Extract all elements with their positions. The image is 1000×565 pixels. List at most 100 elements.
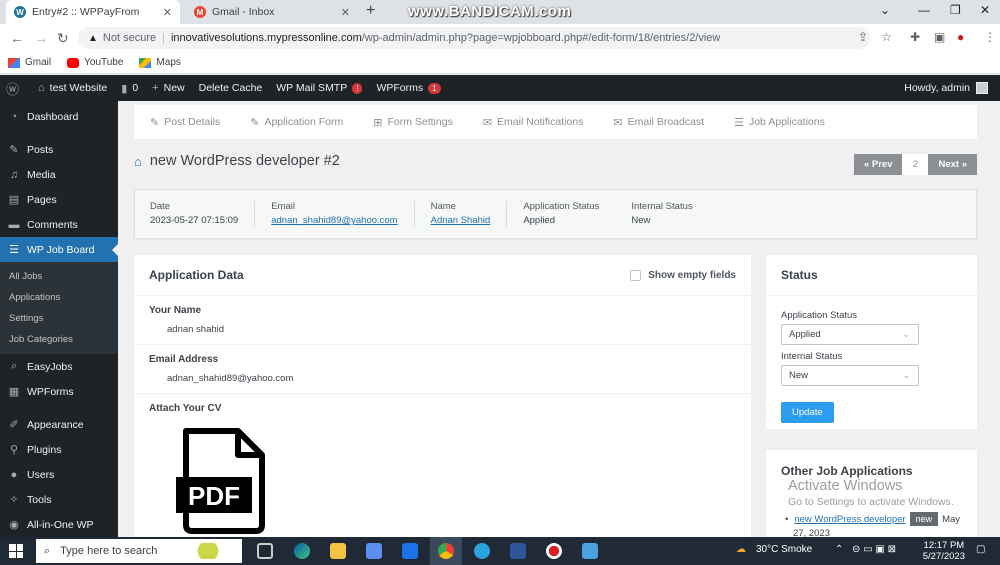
- recorder-watermark: www.BANDICAM.com: [408, 3, 572, 20]
- wp-logo[interactable]: ⓦ: [6, 79, 24, 98]
- admin-sidebar: ◔ Dashboard ✎ Posts ♫ Media ▤ Pages ▬ Comment…: [0, 101, 119, 537]
- reload-icon[interactable]: ↻: [57, 30, 69, 47]
- update-button[interactable]: Update: [781, 402, 834, 423]
- file-explorer-icon[interactable]: [330, 543, 346, 559]
- media-icon: ♫: [9, 168, 19, 181]
- restore-button[interactable]: ❐: [950, 3, 961, 17]
- windows-start-icon[interactable]: [9, 544, 23, 558]
- main-content: ✎ Post Details ✎ Application Form ⊞ Form Se…: [118, 101, 1000, 555]
- minimize-button[interactable]: —: [918, 3, 930, 17]
- tray-icons[interactable]: ⊝ ▭ ▣ ⊠: [852, 544, 896, 555]
- profile-avatar[interactable]: ●: [957, 30, 964, 44]
- bookmark-maps[interactable]: Maps: [139, 57, 181, 68]
- extensions-icon[interactable]: ✚: [910, 30, 920, 44]
- menu-icon[interactable]: ⋮: [984, 30, 996, 44]
- share-icon[interactable]: ⇪: [858, 30, 868, 44]
- sidebar-item-appearance[interactable]: ✐ Appearance: [0, 412, 118, 437]
- bookmark-gmail[interactable]: Gmail: [8, 57, 51, 68]
- name-link[interactable]: Adnan Shahid: [431, 215, 491, 226]
- address-bar-row: ← → ↻ ▲ Not secure | innovativesolutions…: [0, 24, 1000, 52]
- email-link[interactable]: adnan_shahid89@yahoo.com: [271, 215, 397, 226]
- sidebar-item-users[interactable]: ● Users: [0, 462, 118, 487]
- submenu-settings[interactable]: Settings: [0, 308, 118, 329]
- tab-email-notifications[interactable]: ✉ Email Notifications: [483, 116, 584, 129]
- word-icon[interactable]: [510, 543, 526, 559]
- send-icon: ✉: [613, 116, 623, 129]
- tab-entry[interactable]: W Entry#2 :: WPPayFrom ✕: [6, 0, 180, 24]
- tab-application-form[interactable]: ✎ Application Form: [250, 116, 343, 129]
- account-menu[interactable]: Howdy, admin: [904, 82, 988, 94]
- wp-mail-smtp-link[interactable]: WP Mail SMTP!: [276, 82, 363, 94]
- notification-icon[interactable]: ▢: [976, 544, 985, 555]
- close-icon[interactable]: ✕: [163, 6, 172, 19]
- home-icon[interactable]: ⌂: [134, 154, 142, 169]
- tab-post-details[interactable]: ✎ Post Details: [150, 116, 220, 129]
- tab-email-broadcast[interactable]: ✉ Email Broadcast: [613, 116, 704, 129]
- sidebar-item-all-in-one-wp[interactable]: ◉ All-in-One WP: [0, 512, 118, 537]
- task-view-icon[interactable]: [257, 543, 273, 559]
- tab-form-settings[interactable]: ⊞ Form Settings: [373, 116, 453, 129]
- site-name-link[interactable]: ⌂ test Website: [38, 82, 107, 94]
- new-tab-button[interactable]: +: [366, 2, 375, 20]
- pdf-file-icon[interactable]: PDF: [176, 425, 268, 537]
- internal-status-select[interactable]: New ⌄: [781, 365, 919, 386]
- next-button[interactable]: Next »: [928, 154, 977, 175]
- tab-gmail[interactable]: M Gmail - Inbox ✕: [186, 0, 358, 24]
- delete-cache-link[interactable]: Delete Cache: [199, 82, 263, 94]
- new-content-link[interactable]: + New: [152, 82, 184, 94]
- status-panel: Status Application Status Applied ⌄ Inte…: [766, 255, 977, 429]
- forms-icon: ▦: [8, 386, 20, 398]
- show-empty-fields-checkbox[interactable]: Show empty fields: [630, 269, 736, 281]
- snipping-tool-icon[interactable]: [582, 543, 598, 559]
- svg-text:PDF: PDF: [188, 481, 240, 511]
- submenu-job-categories[interactable]: Job Categories: [0, 329, 118, 350]
- job-link[interactable]: new WordPress developer: [794, 514, 905, 525]
- application-status-select[interactable]: Applied ⌄: [781, 324, 919, 345]
- prev-button[interactable]: « Prev: [853, 154, 903, 175]
- home-icon: ⌂: [38, 82, 45, 94]
- close-window-button[interactable]: ✕: [980, 3, 990, 17]
- edge-icon[interactable]: [294, 543, 310, 559]
- pin-icon: ✎: [9, 144, 19, 156]
- sidebar-item-easyjobs[interactable]: ⌕ EasyJobs: [0, 354, 118, 379]
- sidebar-item-plugins[interactable]: ⚲ Plugins: [0, 437, 118, 462]
- chevron-down-icon: ⌄: [902, 370, 910, 380]
- submenu-applications[interactable]: Applications: [0, 287, 118, 308]
- chevron-down-icon[interactable]: ⌄: [880, 3, 890, 17]
- comment-icon: ▮: [121, 82, 128, 95]
- url-input[interactable]: ▲ Not secure | innovativesolutions.mypre…: [78, 27, 870, 49]
- sidepanel-icon[interactable]: ▣: [934, 30, 945, 44]
- mail-icon[interactable]: [402, 543, 418, 559]
- forward-icon[interactable]: →: [34, 30, 48, 46]
- sidebar-item-wp-job-board[interactable]: ☰ WP Job Board: [0, 237, 119, 262]
- sidebar-item-dashboard[interactable]: ◔ Dashboard: [0, 104, 118, 129]
- user-icon: ●: [10, 468, 18, 481]
- bookmarks-bar: Gmail YouTube Maps: [0, 52, 1000, 74]
- wpforms-link[interactable]: WPForms 1: [376, 82, 441, 94]
- weather-text[interactable]: 30°C Smoke: [756, 544, 812, 555]
- checkbox[interactable]: [630, 269, 642, 281]
- store-icon[interactable]: [366, 543, 382, 559]
- sidebar-item-pages[interactable]: ▤ Pages: [0, 187, 118, 212]
- bandicam-icon[interactable]: [546, 543, 562, 559]
- system-clock[interactable]: 12:17 PM 5/27/2023: [923, 540, 965, 562]
- tab-job-applications[interactable]: ☰ Job Applications: [734, 116, 825, 129]
- panel-title: Application Data: [149, 268, 244, 282]
- submenu-all-jobs[interactable]: All Jobs: [0, 266, 118, 287]
- comments-link[interactable]: ▮ 0: [121, 82, 138, 95]
- telegram-icon[interactable]: [474, 543, 490, 559]
- sidebar-item-comments[interactable]: ▬ Comments: [0, 212, 118, 237]
- meta-internal-status: Internal Status New: [631, 201, 693, 226]
- back-icon[interactable]: ←: [10, 30, 24, 46]
- sidebar-item-tools[interactable]: ✧ Tools: [0, 487, 118, 512]
- chevron-up-icon[interactable]: ⌃: [835, 544, 843, 555]
- bookmark-youtube[interactable]: YouTube: [67, 57, 123, 68]
- pencil-icon: ✎: [150, 116, 160, 129]
- star-icon[interactable]: ☆: [881, 30, 892, 44]
- sidebar-item-wpforms[interactable]: ▦ WPForms: [0, 379, 118, 404]
- sidebar-item-media[interactable]: ♫ Media: [0, 162, 118, 187]
- close-icon[interactable]: ✕: [341, 6, 350, 19]
- sidebar-item-posts[interactable]: ✎ Posts: [0, 137, 118, 162]
- wordpress-icon: ⓦ: [6, 81, 20, 97]
- chrome-icon[interactable]: [438, 543, 454, 559]
